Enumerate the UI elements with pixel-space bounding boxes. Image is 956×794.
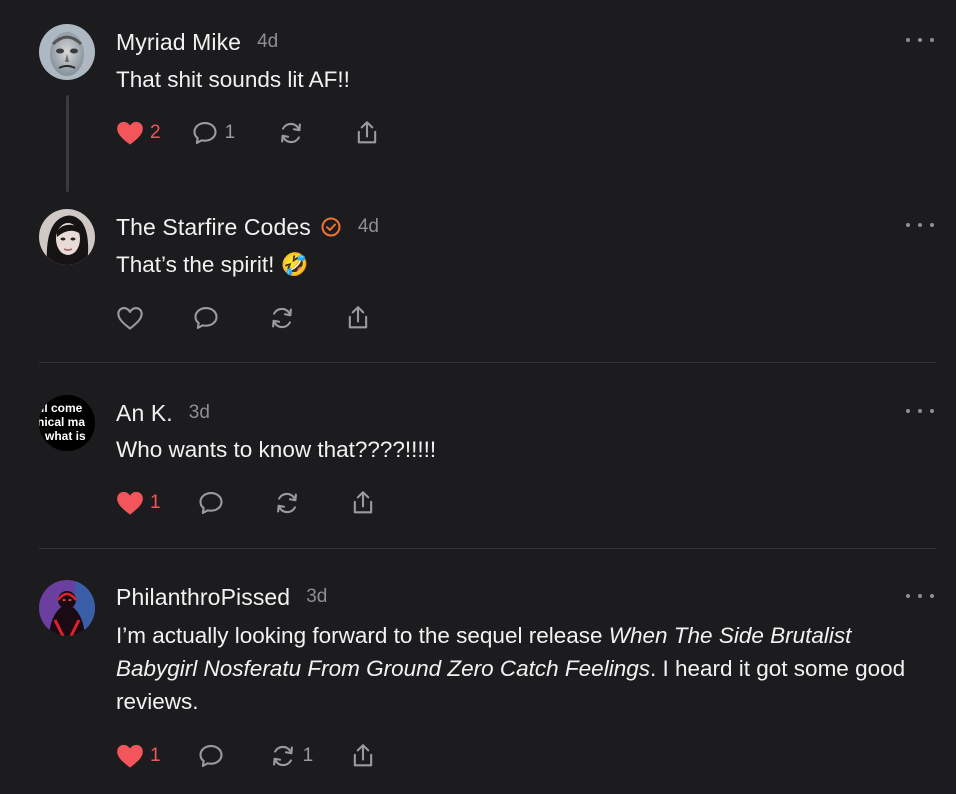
reply-post: Myriad Mike 4d That shit sounds lit AF!!… [0, 0, 956, 200]
heart-filled-icon [117, 121, 143, 145]
post-header: Myriad Mike 4d [116, 27, 278, 57]
repost-button[interactable] [268, 303, 296, 333]
post-header: PhilanthroPissed 3d [116, 582, 327, 612]
reply-post: The Starfire Codes 4d That’s the spirit!… [0, 185, 956, 360]
comment-button[interactable] [197, 741, 225, 771]
repost-count: 1 [302, 745, 314, 766]
heart-filled-icon [117, 744, 143, 768]
like-count: 2 [150, 122, 161, 143]
like-count: 1 [150, 492, 161, 513]
avatar-text-line: what is [44, 429, 86, 443]
timestamp: 4d [357, 216, 379, 237]
avatar[interactable] [39, 209, 95, 265]
heart-filled-icon [117, 491, 143, 515]
comment-button[interactable]: 1 [191, 118, 236, 148]
reply-feed: Myriad Mike 4d That shit sounds lit AF!!… [0, 0, 956, 794]
more-icon[interactable] [906, 34, 934, 46]
action-bar: 1 [116, 488, 377, 518]
share-button[interactable] [353, 118, 381, 148]
divider [39, 362, 936, 363]
like-button[interactable]: 1 [116, 488, 161, 518]
share-icon [353, 744, 373, 767]
more-icon[interactable] [906, 405, 934, 417]
avatar-text-line: ll come [41, 401, 83, 415]
action-bar: 1 1 [116, 741, 377, 771]
like-count: 1 [150, 745, 161, 766]
avatar[interactable] [39, 580, 95, 636]
post-header: The Starfire Codes 4d [116, 212, 379, 242]
repost-icon [281, 122, 302, 144]
repost-icon [272, 745, 293, 767]
more-icon[interactable] [906, 590, 934, 602]
post-text: Who wants to know that????!!!!! [116, 437, 437, 462]
post-header: An K. 3d [116, 398, 210, 428]
avatar[interactable] [39, 24, 95, 80]
comment-icon [199, 492, 223, 514]
share-icon [353, 491, 372, 514]
username[interactable]: PhilanthroPissed [116, 584, 290, 611]
action-bar [116, 303, 372, 333]
comment-button[interactable] [192, 303, 220, 333]
like-button[interactable]: 2 [116, 118, 161, 148]
repost-button[interactable] [273, 488, 301, 518]
divider [39, 548, 936, 549]
post-text-part: I’m actually looking forward to the sequ… [116, 623, 609, 648]
share-icon [357, 121, 377, 144]
share-icon [348, 306, 368, 329]
comment-icon [194, 307, 218, 329]
repost-button[interactable] [277, 118, 305, 148]
post-text: That’s the spirit! 🤣 [116, 252, 309, 277]
share-button[interactable] [344, 303, 372, 333]
comment-button[interactable] [197, 488, 225, 518]
more-icon[interactable] [906, 219, 934, 231]
verified-badge-icon [320, 216, 342, 238]
comment-icon [193, 122, 217, 144]
repost-icon [276, 492, 297, 514]
share-button[interactable] [349, 488, 377, 518]
avatar[interactable]: ll come hical ma what is [39, 395, 95, 451]
avatar-text-line: hical ma [39, 415, 85, 429]
post-text: I’m actually looking forward to the sequ… [116, 619, 936, 718]
heart-outline-icon [117, 307, 143, 330]
timestamp: 3d [188, 402, 210, 423]
repost-button[interactable]: 1 [269, 741, 314, 771]
post-text: That shit sounds lit AF!! [116, 67, 350, 92]
like-button[interactable]: 1 [116, 741, 161, 771]
username[interactable]: The Starfire Codes [116, 214, 311, 241]
reply-post: PhilanthroPissed 3d I’m actually looking… [0, 556, 956, 794]
share-button[interactable] [349, 741, 377, 771]
timestamp: 3d [306, 586, 328, 607]
timestamp: 4d [257, 31, 279, 52]
comment-icon [199, 745, 223, 767]
reply-post: ll come hical ma what is An K. 3d Who wa… [0, 371, 956, 546]
repost-icon [272, 307, 292, 329]
like-button[interactable] [116, 303, 144, 333]
action-bar: 2 1 [116, 118, 381, 148]
comment-count: 1 [224, 122, 236, 143]
username[interactable]: Myriad Mike [116, 29, 241, 56]
username[interactable]: An K. [116, 400, 173, 427]
